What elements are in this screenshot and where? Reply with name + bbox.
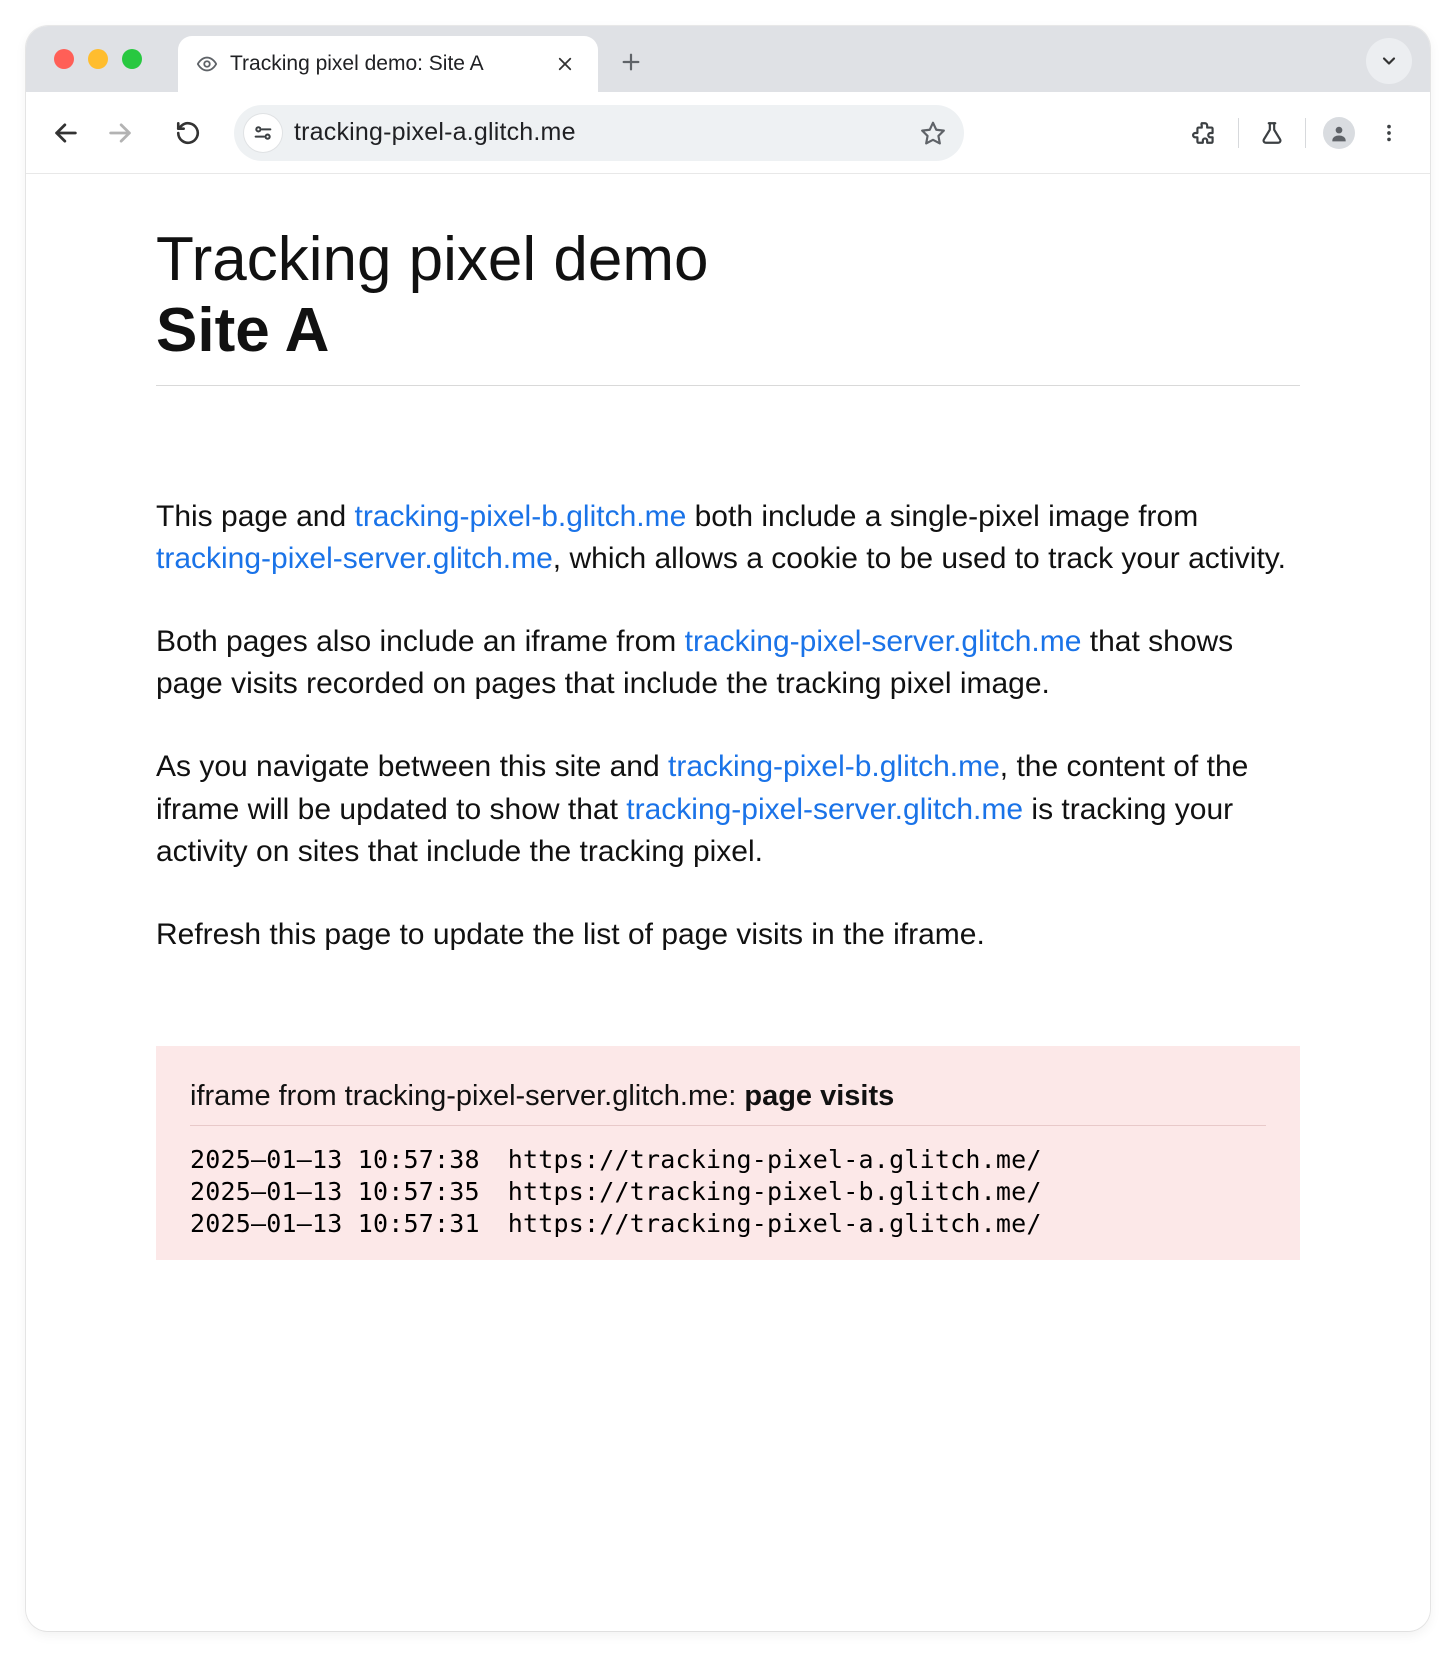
avatar-icon xyxy=(1323,117,1355,149)
close-tab-button[interactable] xyxy=(550,49,580,79)
separator xyxy=(1305,118,1306,148)
window-zoom-button[interactable] xyxy=(122,49,142,69)
eye-icon xyxy=(196,53,218,75)
profile-button[interactable] xyxy=(1316,110,1362,156)
address-bar[interactable]: tracking-pixel-a.glitch.me xyxy=(234,105,964,161)
visits-iframe: iframe from tracking-pixel-server.glitch… xyxy=(156,1046,1300,1260)
url-text: tracking-pixel-a.glitch.me xyxy=(294,118,902,147)
visit-timestamp: 2025–01–13 10:57:38 xyxy=(190,1144,480,1176)
link-tracking-server[interactable]: tracking-pixel-server.glitch.me xyxy=(156,542,553,575)
new-tab-button[interactable] xyxy=(612,43,650,81)
visit-url: https://tracking-pixel-a.glitch.me/ xyxy=(508,1208,1042,1240)
toolbar-right-icons xyxy=(1182,110,1412,156)
window-close-button[interactable] xyxy=(54,49,74,69)
tab-search-button[interactable] xyxy=(1366,38,1412,84)
reload-button[interactable] xyxy=(166,111,210,155)
intro-paragraph-2: Both pages also include an iframe from t… xyxy=(156,621,1300,706)
intro-paragraph-1: This page and tracking-pixel-b.glitch.me… xyxy=(156,496,1300,581)
tab-strip: Tracking pixel demo: Site A xyxy=(26,26,1430,92)
link-site-b[interactable]: tracking-pixel-b.glitch.me xyxy=(354,500,686,533)
page-title: Tracking pixel demo Site A xyxy=(156,224,1300,367)
chrome-menu-button[interactable] xyxy=(1366,110,1412,156)
title-divider xyxy=(156,385,1300,386)
extensions-icon[interactable] xyxy=(1182,110,1228,156)
visit-url: https://tracking-pixel-b.glitch.me/ xyxy=(508,1176,1042,1208)
visit-row: 2025–01–13 10:57:38 https://tracking-pixe… xyxy=(190,1144,1266,1176)
page-content: This page and tracking-pixel-b.glitch.me… xyxy=(156,496,1300,957)
forward-button[interactable] xyxy=(98,111,142,155)
link-tracking-server[interactable]: tracking-pixel-server.glitch.me xyxy=(685,625,1082,658)
bookmark-star-icon[interactable] xyxy=(914,114,952,152)
browser-toolbar: tracking-pixel-a.glitch.me xyxy=(26,92,1430,174)
browser-tab[interactable]: Tracking pixel demo: Site A xyxy=(178,36,598,92)
visits-list: 2025–01–13 10:57:38 https://tracking-pixe… xyxy=(190,1144,1266,1240)
back-button[interactable] xyxy=(44,111,88,155)
visit-url: https://tracking-pixel-a.glitch.me/ xyxy=(508,1144,1042,1176)
visit-row: 2025–01–13 10:57:35 https://tracking-pixe… xyxy=(190,1176,1266,1208)
labs-flask-icon[interactable] xyxy=(1249,110,1295,156)
separator xyxy=(1238,118,1239,148)
page-viewport: Tracking pixel demo Site A This page and… xyxy=(26,174,1430,1631)
window-controls xyxy=(54,49,142,69)
iframe-heading: iframe from tracking-pixel-server.glitch… xyxy=(190,1080,1266,1126)
page-title-line2: Site A xyxy=(156,295,1300,366)
page-title-line1: Tracking pixel demo xyxy=(156,225,709,294)
link-site-b[interactable]: tracking-pixel-b.glitch.me xyxy=(668,750,1000,783)
intro-paragraph-4: Refresh this page to update the list of … xyxy=(156,914,1300,957)
tab-title: Tracking pixel demo: Site A xyxy=(230,52,538,76)
link-tracking-server[interactable]: tracking-pixel-server.glitch.me xyxy=(626,793,1023,826)
visit-timestamp: 2025–01–13 10:57:35 xyxy=(190,1176,480,1208)
visit-row: 2025–01–13 10:57:31 https://tracking-pixe… xyxy=(190,1208,1266,1240)
intro-paragraph-3: As you navigate between this site and tr… xyxy=(156,746,1300,874)
site-settings-icon[interactable] xyxy=(244,114,282,152)
browser-window: Tracking pixel demo: Site A tracking- xyxy=(26,26,1430,1631)
visit-timestamp: 2025–01–13 10:57:31 xyxy=(190,1208,480,1240)
window-minimize-button[interactable] xyxy=(88,49,108,69)
